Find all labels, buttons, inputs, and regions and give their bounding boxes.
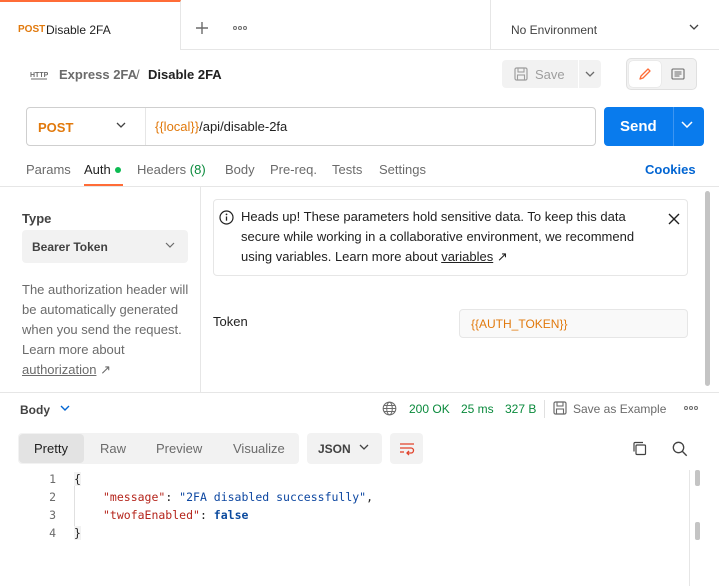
tab-tests[interactable]: Tests (332, 162, 362, 177)
url-input[interactable]: {{local}}/api/disable-2fa (155, 119, 287, 134)
documentation-icon[interactable] (663, 61, 693, 87)
tab-headers-label: Headers (137, 162, 187, 177)
code-close-brace: } (74, 526, 81, 540)
auth-scrollbar[interactable] (705, 191, 710, 386)
code-scrollbar-marker[interactable] (695, 470, 700, 486)
info-icon (219, 210, 234, 225)
auth-description-text: The authorization header will be automat… (22, 282, 189, 357)
save-as-example-button[interactable]: Save as Example (573, 402, 666, 416)
code-line-twofa: "twofaEnabled": false (103, 508, 249, 522)
format-tab-visualize[interactable]: Visualize (233, 441, 285, 456)
send-button-label[interactable]: Send (620, 118, 657, 135)
response-time[interactable]: 25 ms (461, 402, 494, 416)
copy-icon[interactable] (632, 441, 647, 456)
save-button[interactable]: Save (502, 60, 578, 88)
tab-headers[interactable]: Headers (8) (137, 162, 206, 177)
line-number: 3 (49, 508, 56, 522)
wrap-lines-button[interactable] (390, 433, 423, 464)
breadcrumb-request-name[interactable]: Disable 2FA (148, 67, 222, 82)
environment-selector[interactable]: No Environment (490, 0, 719, 50)
send-divider (673, 107, 674, 146)
code-line-message: "message": "2FA disabled successfully", (103, 490, 374, 504)
chevron-down-icon (689, 24, 699, 30)
new-tab-plus-icon[interactable] (190, 16, 214, 40)
close-icon[interactable] (667, 212, 681, 226)
tab-body[interactable]: Body (225, 162, 255, 177)
format-tab-raw[interactable]: Raw (100, 441, 126, 456)
external-link-icon: ↗ (100, 362, 111, 377)
authorization-link[interactable]: authorization (22, 362, 96, 377)
breadcrumb-separator: / (136, 67, 140, 82)
auth-type-label: Type (22, 211, 52, 226)
more-tabs-ellipsis-icon[interactable] (228, 16, 252, 40)
more-options-icon[interactable] (684, 402, 698, 414)
tab-auth[interactable]: Auth (84, 162, 111, 177)
environment-label: No Environment (511, 23, 598, 37)
token-label: Token (213, 314, 248, 329)
chevron-down-icon (585, 71, 595, 77)
tab-settings[interactable]: Settings (379, 162, 426, 177)
format-tab-pretty[interactable]: Pretty (34, 441, 68, 456)
tab-title[interactable]: Disable 2FA (46, 23, 111, 37)
notice-body: Heads up! These parameters hold sensitiv… (241, 209, 635, 264)
external-link-icon: ↗ (496, 249, 508, 264)
chevron-down-icon[interactable] (681, 121, 693, 128)
token-value[interactable]: {{AUTH_TOKEN}} (471, 317, 568, 331)
http-icon: HTTP (30, 72, 48, 80)
url-divider (145, 108, 146, 145)
auth-description: The authorization header will be automat… (22, 280, 197, 380)
json-key: "twofaEnabled" (103, 508, 200, 522)
language-select-label[interactable]: JSON (318, 442, 351, 456)
save-button-label: Save (535, 66, 565, 82)
chevron-down-icon (359, 444, 369, 450)
wrap-lines-icon (399, 442, 414, 455)
save-icon (553, 401, 567, 415)
response-meta-divider (544, 400, 545, 418)
save-options-button[interactable] (579, 60, 601, 88)
breadcrumb-collection[interactable]: Express 2FA (59, 67, 137, 82)
notice-text: Heads up! These parameters hold sensitiv… (241, 207, 636, 267)
variables-link[interactable]: variables (441, 249, 493, 264)
tab-pre-request[interactable]: Pre-req. (270, 162, 317, 177)
tab-method: POST (18, 24, 46, 35)
code-scrollbar-marker[interactable] (695, 522, 700, 540)
url-bar (26, 107, 596, 146)
response-divider (0, 392, 719, 393)
chevron-down-icon[interactable] (116, 122, 126, 128)
cookies-link[interactable]: Cookies (645, 162, 696, 177)
method-select[interactable]: POST (38, 120, 73, 135)
search-icon[interactable] (672, 441, 688, 457)
response-body-label[interactable]: Body (20, 403, 50, 417)
tab-params[interactable]: Params (26, 162, 71, 177)
line-number: 4 (49, 526, 56, 540)
code-scroll-track (689, 470, 690, 586)
svg-text:HTTP: HTTP (30, 72, 48, 79)
format-tab-preview[interactable]: Preview (156, 441, 202, 456)
auth-type-value[interactable]: Bearer Token (32, 240, 108, 254)
edit-pencil-icon[interactable] (629, 61, 661, 87)
chevron-down-icon[interactable] (60, 405, 70, 411)
url-path: /api/disable-2fa (199, 119, 288, 134)
globe-icon[interactable] (382, 401, 397, 416)
json-key: "message" (103, 490, 166, 504)
line-number: 1 (49, 472, 56, 486)
chevron-down-icon (165, 242, 175, 248)
line-number: 2 (49, 490, 56, 504)
response-size[interactable]: 327 B (505, 402, 536, 416)
auth-status-dot (115, 167, 121, 173)
json-boolean-value: false (213, 508, 249, 522)
save-icon (514, 67, 528, 81)
response-status[interactable]: 200 OK (409, 402, 450, 416)
json-string-value: "2FA disabled successfully" (179, 490, 367, 504)
url-variable: {{local}} (155, 119, 200, 134)
headers-count: (8) (189, 162, 206, 177)
code-open-brace: { (74, 472, 81, 486)
